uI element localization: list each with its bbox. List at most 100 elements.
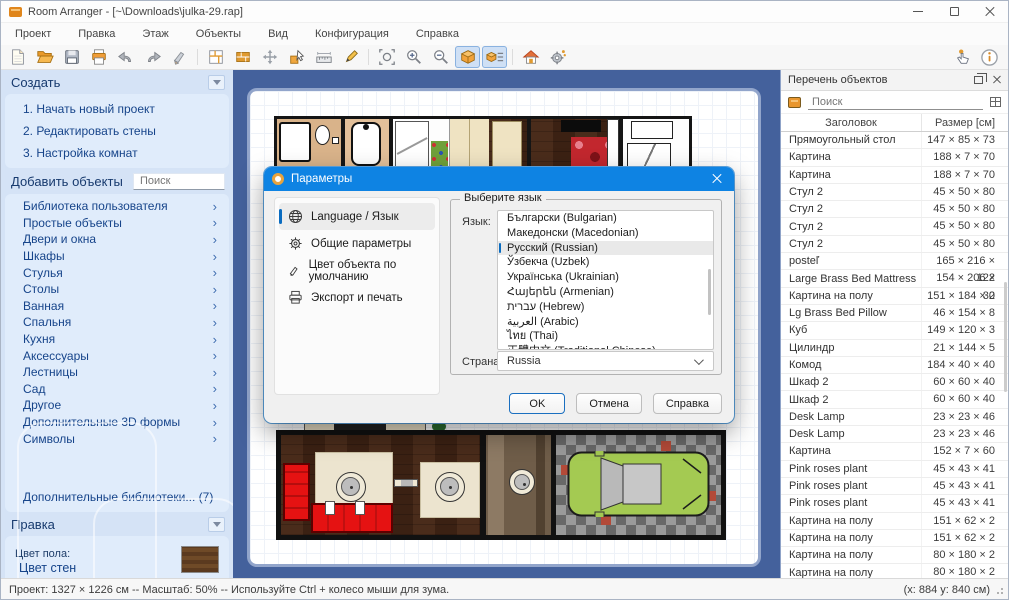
about-info-button[interactable]	[977, 46, 1002, 68]
floorplan-bedroom-small[interactable]	[393, 119, 449, 172]
home-view-button[interactable]	[518, 46, 543, 68]
dialog-title-bar[interactable]: Параметры	[264, 167, 734, 191]
object-category-item[interactable]: Кухня	[5, 331, 229, 348]
print-button[interactable]	[86, 46, 111, 68]
object-search-input[interactable]	[133, 173, 225, 190]
zoom-to-selection-button[interactable]	[374, 46, 399, 68]
object-category-item[interactable]: Символы	[5, 430, 229, 447]
table-row[interactable]: Стул 2 45 × 50 × 80	[781, 201, 1008, 218]
help-button[interactable]: Справка	[653, 393, 722, 414]
language-option[interactable]: Հայերեն (Armenian)	[498, 285, 713, 300]
maximize-button[interactable]	[936, 1, 972, 22]
object-category-item[interactable]: Шкафы	[5, 248, 229, 265]
table-row[interactable]: posteľ 165 × 216 × 122	[781, 253, 1008, 270]
language-option[interactable]: Ўзбекча (Uzbek)	[498, 255, 713, 270]
move-objects-button[interactable]	[257, 46, 282, 68]
ok-button[interactable]: OK	[509, 393, 565, 414]
object-category-item[interactable]: Ванная	[5, 298, 229, 315]
object-category-item[interactable]: Лестницы	[5, 364, 229, 381]
table-row[interactable]: Desk Lamp 23 × 23 × 46	[781, 426, 1008, 443]
table-row[interactable]: Картина на полу 80 × 180 × 2	[781, 547, 1008, 564]
column-header-size[interactable]: Размер [см]	[921, 114, 1008, 131]
floor-color-swatch[interactable]	[181, 546, 219, 573]
measure-button[interactable]	[311, 46, 336, 68]
floorplan-object-bin[interactable]	[332, 137, 339, 144]
table-row[interactable]: Large Brass Bed Mattress 154 × 206 × 30	[781, 270, 1008, 287]
column-header-title[interactable]: Заголовок	[781, 117, 921, 129]
float-panel-icon[interactable]	[974, 76, 983, 84]
floorplan-object-sofa-horizontal[interactable]	[311, 503, 393, 533]
floorplan-object-nightstand[interactable]	[607, 119, 619, 172]
language-option[interactable]: Українська (Ukrainian)	[498, 270, 713, 285]
create-step-item[interactable]: 2. Редактировать стены	[5, 120, 229, 142]
open-project-button[interactable]	[32, 46, 57, 68]
object-category-item[interactable]: Сад	[5, 381, 229, 398]
floorplan-tv-room[interactable]	[531, 119, 607, 172]
listbox-scrollbar-thumb[interactable]	[708, 269, 711, 315]
view-3d-button[interactable]	[455, 46, 480, 68]
table-row[interactable]: Стул 2 45 × 50 × 80	[781, 184, 1008, 201]
redo-button[interactable]	[140, 46, 165, 68]
menu-item[interactable]: Этаж	[142, 28, 168, 40]
undo-button[interactable]	[113, 46, 138, 68]
table-row[interactable]: Картина на полу 80 × 180 × 2	[781, 564, 1008, 578]
floorplan-object-round-table-1[interactable]	[336, 472, 366, 502]
floorplan-closet-room[interactable]	[489, 119, 527, 172]
create-step-item[interactable]: 1. Начать новый проект	[5, 98, 229, 120]
table-row[interactable]: Комод 184 × 40 × 40	[781, 357, 1008, 374]
close-button[interactable]	[972, 1, 1008, 22]
object-category-item[interactable]: Столы	[5, 281, 229, 298]
menu-item[interactable]: Вид	[268, 28, 288, 40]
floorplan-wardrobe[interactable]	[449, 119, 489, 172]
menu-item[interactable]: Конфигурация	[315, 28, 389, 40]
save-button[interactable]	[59, 46, 84, 68]
floorplan-bathroom-2[interactable]	[345, 119, 389, 172]
dialog-close-button[interactable]	[700, 167, 734, 191]
table-row[interactable]: Куб 149 × 120 × 3	[781, 322, 1008, 339]
create-step-item[interactable]: 3. Настройка комнат	[5, 142, 229, 164]
zoom-in-button[interactable]	[401, 46, 426, 68]
edit-walls-button[interactable]	[230, 46, 255, 68]
table-row[interactable]: Картина 188 × 7 × 70	[781, 167, 1008, 184]
menu-item[interactable]: Объекты	[196, 28, 241, 40]
resize-grip[interactable]	[994, 585, 1004, 595]
floorplan-object-wardrobe-2[interactable]	[492, 121, 522, 167]
menu-item[interactable]: Проект	[15, 28, 51, 40]
language-option[interactable]: العربية (Arabic)	[498, 315, 713, 330]
object-category-item[interactable]: Дополнительные 3D формы	[5, 414, 229, 431]
pointer-tool-button[interactable]	[950, 46, 975, 68]
floorplan-garage[interactable]	[551, 435, 721, 535]
object-list-3d-button[interactable]	[482, 46, 507, 68]
table-row[interactable]: Шкаф 2 60 × 60 × 40	[781, 391, 1008, 408]
table-row[interactable]: Прямоугольный стол 147 × 85 × 73	[781, 132, 1008, 149]
floorplan-bathroom-left[interactable]	[277, 119, 341, 172]
object-list-search-input[interactable]	[808, 94, 983, 110]
walk-through-button[interactable]	[545, 46, 570, 68]
floorplan-object-round-table-2[interactable]	[435, 472, 465, 502]
table-row[interactable]: Картина на полу 151 × 184 × 2	[781, 288, 1008, 305]
new-project-button[interactable]	[5, 46, 30, 68]
object-category-item[interactable]: Аксессуары	[5, 347, 229, 364]
language-option[interactable]: עברית (Hebrew)	[498, 300, 713, 315]
language-option[interactable]: 正體中文 (Traditional Chinese)	[498, 344, 713, 350]
floorplan-object-tv[interactable]	[561, 120, 601, 132]
floorplan-object-round-table-3[interactable]	[509, 469, 535, 495]
table-row[interactable]: Pink roses plant 45 × 43 × 41	[781, 461, 1008, 478]
table-row[interactable]: Цилиндр 21 × 144 × 5	[781, 340, 1008, 357]
paint-button[interactable]	[167, 46, 192, 68]
table-row[interactable]: Шкаф 2 60 × 60 × 40	[781, 374, 1008, 391]
table-row[interactable]: Desk Lamp 23 × 23 × 46	[781, 409, 1008, 426]
table-row[interactable]: Картина 188 × 7 × 70	[781, 149, 1008, 166]
select-object-button[interactable]	[284, 46, 309, 68]
floorplan-bathroom-right[interactable]	[623, 119, 689, 172]
object-category-item[interactable]: Спальня	[5, 314, 229, 331]
zoom-out-button[interactable]	[428, 46, 453, 68]
floorplan-hallway[interactable]	[486, 435, 551, 535]
table-options-icon[interactable]	[990, 97, 1001, 107]
close-panel-icon[interactable]	[993, 76, 1001, 84]
object-list-scrollbar-thumb[interactable]	[1004, 282, 1007, 392]
object-list-rows[interactable]: Прямоугольный стол 147 × 85 × 73 Картина…	[781, 132, 1008, 578]
menu-item[interactable]: Правка	[78, 28, 115, 40]
nav-item-general[interactable]: Общие параметры	[279, 230, 435, 257]
edit-collapse-button[interactable]	[208, 517, 225, 532]
